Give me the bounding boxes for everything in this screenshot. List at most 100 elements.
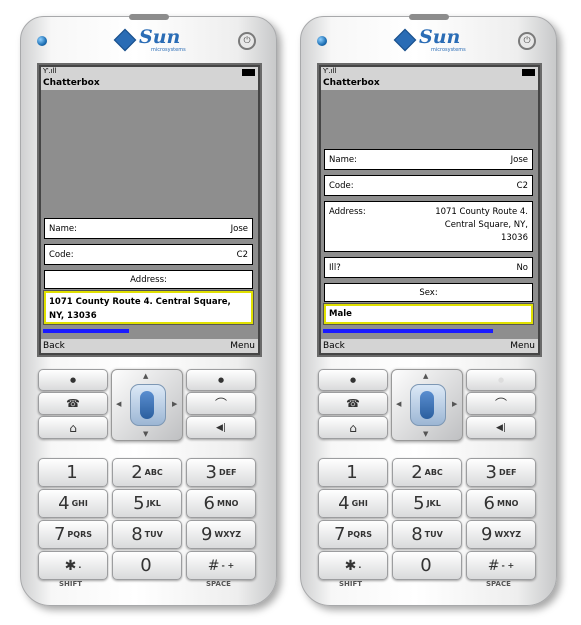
power-button[interactable]: ⏻ <box>238 32 256 50</box>
up-arrow-icon[interactable]: ▲ <box>143 372 148 380</box>
sun-diamond-icon <box>393 28 417 52</box>
sun-logo: Sun microsystems <box>113 26 187 54</box>
name-field[interactable]: Name: Jose <box>44 218 253 239</box>
up-arrow-icon[interactable]: ▲ <box>423 372 428 380</box>
name-label: Name: <box>329 154 357 165</box>
call-button[interactable]: ☎ <box>38 392 108 415</box>
app-title: Chatterbox <box>321 76 538 90</box>
sun-logo: Sun microsystems <box>393 26 467 54</box>
call-button[interactable]: ☎ <box>318 392 388 415</box>
hangup-button[interactable]: ⌒ <box>186 392 256 415</box>
key-3[interactable]: 3 DEF <box>186 458 256 487</box>
scroll-progress <box>323 329 493 333</box>
scroll-progress <box>43 329 129 333</box>
right-soft-button[interactable]: ● <box>466 369 536 391</box>
address-label: Address: <box>130 274 167 285</box>
ill-field[interactable]: Ill? No <box>324 257 533 278</box>
name-label: Name: <box>49 223 77 234</box>
key-5[interactable]: 5 JKL <box>392 489 462 518</box>
down-arrow-icon[interactable]: ▼ <box>143 430 148 438</box>
ill-label: Ill? <box>329 262 341 273</box>
clear-button[interactable]: ◀| <box>466 416 536 439</box>
left-soft-button[interactable]: ● <box>318 369 388 391</box>
shift-label: SHIFT <box>339 580 363 588</box>
key-7[interactable]: 7 PQRS <box>318 520 388 549</box>
code-label: Code: <box>49 249 74 260</box>
sex-value: Male <box>329 309 352 319</box>
select-button[interactable] <box>410 384 446 426</box>
key-hash[interactable]: # - + <box>466 551 536 580</box>
brand-name: Sun <box>419 26 461 48</box>
name-field[interactable]: Name: Jose <box>324 149 533 170</box>
down-arrow-icon[interactable]: ▼ <box>423 430 428 438</box>
left-arrow-icon[interactable]: ◀ <box>116 400 121 408</box>
screen: Ƴ.ıll Chatterbox Name: Jose Code: C2 Add… <box>37 63 262 357</box>
home-button[interactable]: ⌂ <box>318 416 388 439</box>
key-star[interactable]: ✱. <box>318 551 388 580</box>
sex-label: Sex: <box>419 287 438 298</box>
led-icon <box>37 36 47 46</box>
clear-button[interactable]: ◀| <box>186 416 256 439</box>
key-9[interactable]: 9 WXYZ <box>466 520 536 549</box>
code-field[interactable]: Code: C2 <box>324 175 533 196</box>
speaker <box>129 14 169 20</box>
key-2[interactable]: 2 ABC <box>112 458 182 487</box>
lcd: Ƴ.ıll Chatterbox Name: Jose Code: C2 Add… <box>321 67 538 353</box>
space-label: SPACE <box>206 580 231 588</box>
status-bar: Ƴ.ıll <box>41 67 258 76</box>
back-softkey[interactable]: Back <box>323 339 345 353</box>
right-arrow-icon[interactable]: ▶ <box>172 400 177 408</box>
key-3[interactable]: 3 DEF <box>466 458 536 487</box>
brand-tagline: microsystems <box>151 47 186 53</box>
key-4[interactable]: 4 GHI <box>318 489 388 518</box>
dpad[interactable]: ▲ ▼ ◀ ▶ <box>111 369 183 441</box>
key-hash[interactable]: # - + <box>186 551 256 580</box>
key-4[interactable]: 4 GHI <box>38 489 108 518</box>
key-8[interactable]: 8 TUV <box>112 520 182 549</box>
home-button[interactable]: ⌂ <box>38 416 108 439</box>
menu-softkey[interactable]: Menu <box>510 339 535 353</box>
key-7[interactable]: 7 PQRS <box>38 520 108 549</box>
phone-icon: ☎ <box>346 397 360 410</box>
key-9[interactable]: 9 WXYZ <box>186 520 256 549</box>
select-button[interactable] <box>130 384 166 426</box>
key-1[interactable]: 1 <box>38 458 108 487</box>
key-0[interactable]: 0 <box>112 551 182 580</box>
key-0[interactable]: 0 <box>392 551 462 580</box>
clear-icon: ◀| <box>496 422 506 433</box>
back-softkey[interactable]: Back <box>43 339 65 353</box>
softkey-bar: Back Menu <box>321 339 538 353</box>
screen: Ƴ.ıll Chatterbox Name: Jose Code: C2 Add… <box>317 63 542 357</box>
key-5[interactable]: 5 JKL <box>112 489 182 518</box>
address-input[interactable]: 1071 County Route 4. Central Square, NY,… <box>43 290 254 325</box>
left-arrow-icon[interactable]: ◀ <box>396 400 401 408</box>
signal-icon: Ƴ.ıll <box>43 67 57 75</box>
key-8[interactable]: 8 TUV <box>392 520 462 549</box>
power-button[interactable]: ⏻ <box>518 32 536 50</box>
left-soft-button[interactable]: ● <box>38 369 108 391</box>
key-star[interactable]: ✱. <box>38 551 108 580</box>
hangup-button[interactable]: ⌒ <box>466 392 536 415</box>
address-field[interactable]: Address: 1071 County Route 4. Central Sq… <box>324 201 533 252</box>
key-6[interactable]: 6 MNO <box>186 489 256 518</box>
address-header: Address: <box>44 270 253 289</box>
key-1[interactable]: 1 <box>318 458 388 487</box>
home-icon: ⌂ <box>349 420 357 435</box>
battery-icon <box>242 69 255 76</box>
code-field[interactable]: Code: C2 <box>44 244 253 265</box>
address-label: Address: <box>329 207 366 217</box>
lcd: Ƴ.ıll Chatterbox Name: Jose Code: C2 Add… <box>41 67 258 353</box>
key-6[interactable]: 6 MNO <box>466 489 536 518</box>
key-2[interactable]: 2 ABC <box>392 458 462 487</box>
phone-left: Sun microsystems ⏻ Ƴ.ıll Chatterbox Name… <box>20 14 277 606</box>
sun-diamond-icon <box>113 28 137 52</box>
battery-icon <box>522 69 535 76</box>
phone-icon: ☎ <box>66 397 80 410</box>
softkey-bar: Back Menu <box>41 339 258 353</box>
dpad[interactable]: ▲ ▼ ◀ ▶ <box>391 369 463 441</box>
right-soft-button[interactable]: ● <box>186 369 256 391</box>
sex-input[interactable]: Male <box>323 303 534 325</box>
signal-icon: Ƴ.ıll <box>323 67 337 75</box>
menu-softkey[interactable]: Menu <box>230 339 255 353</box>
right-arrow-icon[interactable]: ▶ <box>452 400 457 408</box>
